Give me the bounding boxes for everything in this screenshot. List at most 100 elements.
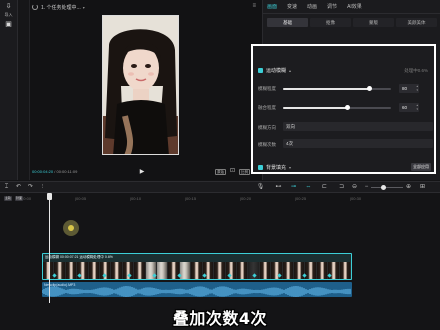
ruler-tick: |00:05 — [75, 196, 87, 201]
player-controls: 00:00:04:20 / 00:00:11:09 ▶ 原始 ⊡ 比例 ⤢ — [30, 166, 262, 178]
subtab-mask[interactable]: 蒙版 — [353, 18, 394, 27]
crop-icon[interactable]: ⊡ — [229, 168, 236, 175]
clip-thumbnail — [168, 262, 180, 279]
blur-amount-value: 80 — [402, 86, 408, 91]
audio-clip[interactable]: Newclip(audio).MP3 — [42, 282, 352, 297]
player-header: 1. 个任务处理中... ▾ ≡ — [30, 0, 262, 14]
import-label: 导入 — [4, 12, 13, 17]
split-icon[interactable]: ⫶ — [38, 183, 47, 192]
ratio-chip[interactable]: 比例 — [239, 168, 250, 175]
panel-subtabs: 基础 抠像 蒙版 美颜美体 — [267, 18, 437, 27]
chevron-down-icon: ▾ — [289, 165, 292, 170]
blend-amount-knob[interactable] — [345, 105, 351, 110]
blur-amount-input[interactable]: 80 ▴ ▾ — [399, 84, 419, 93]
clip-thumbnail — [316, 262, 329, 279]
blur-amount-knob[interactable] — [366, 86, 372, 91]
clip-thumbnail — [111, 262, 123, 279]
clip-thumbnail — [282, 262, 294, 279]
apply-all-button[interactable]: 全部应用 — [411, 163, 431, 171]
tab-ai-effects[interactable]: AI效果 — [347, 3, 362, 10]
tab-picture[interactable]: 画面 — [267, 3, 277, 10]
menu-icon[interactable]: ≡ — [252, 3, 256, 9]
blur-amount-slider[interactable] — [283, 86, 391, 91]
original-chip[interactable]: 原始 — [215, 168, 226, 175]
clip-thumbnail — [157, 262, 169, 279]
blur-count-select[interactable]: 4次 — [283, 139, 433, 148]
video-clip[interactable]: 运动模糊 00:00:07:21 运动模糊处理中 0.6% — [42, 253, 352, 280]
import-button[interactable]: ⇩ 导入 — [0, 3, 17, 18]
zoom-out-icon[interactable]: ⊖ — [350, 183, 359, 192]
blur-amount-row: 模糊程度 — [258, 86, 276, 92]
clip-thumbnail — [305, 262, 317, 279]
subtab-basic[interactable]: 基础 — [267, 18, 308, 27]
import-icon: ⇩ — [5, 3, 12, 10]
tab-speed[interactable]: 变速 — [287, 3, 297, 10]
clip-thumbnail — [179, 262, 192, 279]
blur-amount-label: 模糊程度 — [258, 86, 276, 91]
cursor-dot — [68, 225, 74, 231]
ruler-tick: |00:30 — [350, 196, 362, 201]
tab-animation[interactable]: 动画 — [307, 3, 317, 10]
blend-amount-input[interactable]: 60 ▴ ▾ — [399, 103, 419, 112]
video-preview[interactable] — [102, 15, 179, 155]
microphone-icon[interactable]: 🎙 — [256, 183, 265, 192]
ruler-icon[interactable]: ⊐ — [337, 183, 346, 192]
waveform-path — [42, 286, 351, 297]
time-ruler[interactable]: |00:00 |00:05 |00:10 |00:15 |00:20 |00:2… — [0, 193, 440, 203]
total-time: 00:00:11:09 — [56, 169, 78, 174]
link-icon[interactable]: ⊷ — [274, 183, 283, 192]
preview-axis-icon[interactable]: ⊏ — [320, 183, 329, 192]
current-time: 00:00:04:20 — [32, 169, 54, 174]
blur-direction-label: 模糊方向 — [258, 125, 276, 130]
main-track-tag[interactable]: 主轨 — [4, 196, 12, 201]
blur-amount-fill — [283, 88, 370, 90]
subtab-beauty[interactable]: 美颜美体 — [396, 18, 437, 27]
ruler-tick: |00:10 — [130, 196, 142, 201]
processing-note: 处理中0.6% — [404, 68, 428, 73]
timeline-toolbar: ⌶ ↶ ↷ ⫶ 🎙 ⊷ ⊸ ⇔ ⊏ ⊐ ⊖ − ⊕ ⊞ — [0, 181, 440, 193]
blend-amount-label: 融合程度 — [258, 105, 276, 110]
background-fill-checkbox[interactable] — [258, 165, 263, 170]
stepper-icon[interactable]: ▴ ▾ — [416, 84, 418, 92]
blend-amount-slider[interactable] — [283, 105, 391, 110]
play-icon[interactable]: ▶ — [138, 168, 146, 176]
background-fill-header[interactable]: 背景填充 ▾ — [258, 164, 291, 171]
zoom-in-icon[interactable]: ⊕ — [404, 183, 413, 192]
motion-blur-checkbox[interactable] — [258, 68, 263, 73]
player-title: 1. 个任务处理中... — [41, 4, 81, 11]
tab-adjust[interactable]: 调节 — [327, 3, 337, 10]
zoom-knob[interactable] — [381, 185, 386, 190]
clip-thumbnail — [339, 262, 351, 279]
redo-icon[interactable]: ↷ — [26, 183, 35, 192]
fit-icon[interactable]: ⊞ — [418, 183, 427, 192]
clip-thumbnail — [271, 262, 283, 279]
preview-frame — [103, 16, 178, 154]
blend-amount-row: 融合程度 — [258, 105, 276, 111]
motion-blur-header[interactable]: 运动模糊 ▴ — [258, 67, 291, 74]
timecode: 00:00:04:20 / 00:00:11:09 — [32, 169, 78, 174]
clip-thumbnail — [191, 262, 203, 279]
zoom-slider[interactable] — [371, 185, 403, 190]
left-sidebar: ⇩ 导入 ▣ — [0, 0, 18, 180]
cover-tag[interactable]: 封面 — [15, 196, 23, 201]
playhead[interactable] — [47, 193, 52, 303]
zoom-minus-icon[interactable]: − — [362, 183, 371, 192]
subtab-cutout[interactable]: 抠像 — [310, 18, 351, 27]
blur-direction-row: 模糊方向 — [258, 125, 276, 131]
blur-direction-select[interactable]: 双向 — [283, 122, 433, 131]
select-tool-icon[interactable]: ⌶ — [2, 183, 11, 192]
media-button[interactable]: ▣ — [0, 21, 17, 29]
undo-icon[interactable]: ↶ — [14, 183, 23, 192]
stepper-icon[interactable]: ▴ ▾ — [416, 103, 418, 111]
blend-amount-value: 60 — [402, 105, 408, 110]
background-fill-title: 背景填充 — [266, 165, 287, 171]
clip-thumbnail — [328, 262, 340, 279]
motion-blur-title: 运动模糊 — [266, 68, 287, 74]
chevron-down-icon[interactable]: ▾ — [83, 5, 85, 10]
ruler-tick: |00:25 — [295, 196, 307, 201]
playhead-handle[interactable] — [47, 193, 52, 200]
snap-icon[interactable]: ⇔ — [304, 183, 313, 192]
magnet-icon[interactable]: ⊸ — [289, 183, 298, 192]
panel-tabs: 画面 变速 动画 调节 AI效果 — [263, 0, 440, 14]
track-tags: 主轨 封面 — [4, 196, 23, 201]
